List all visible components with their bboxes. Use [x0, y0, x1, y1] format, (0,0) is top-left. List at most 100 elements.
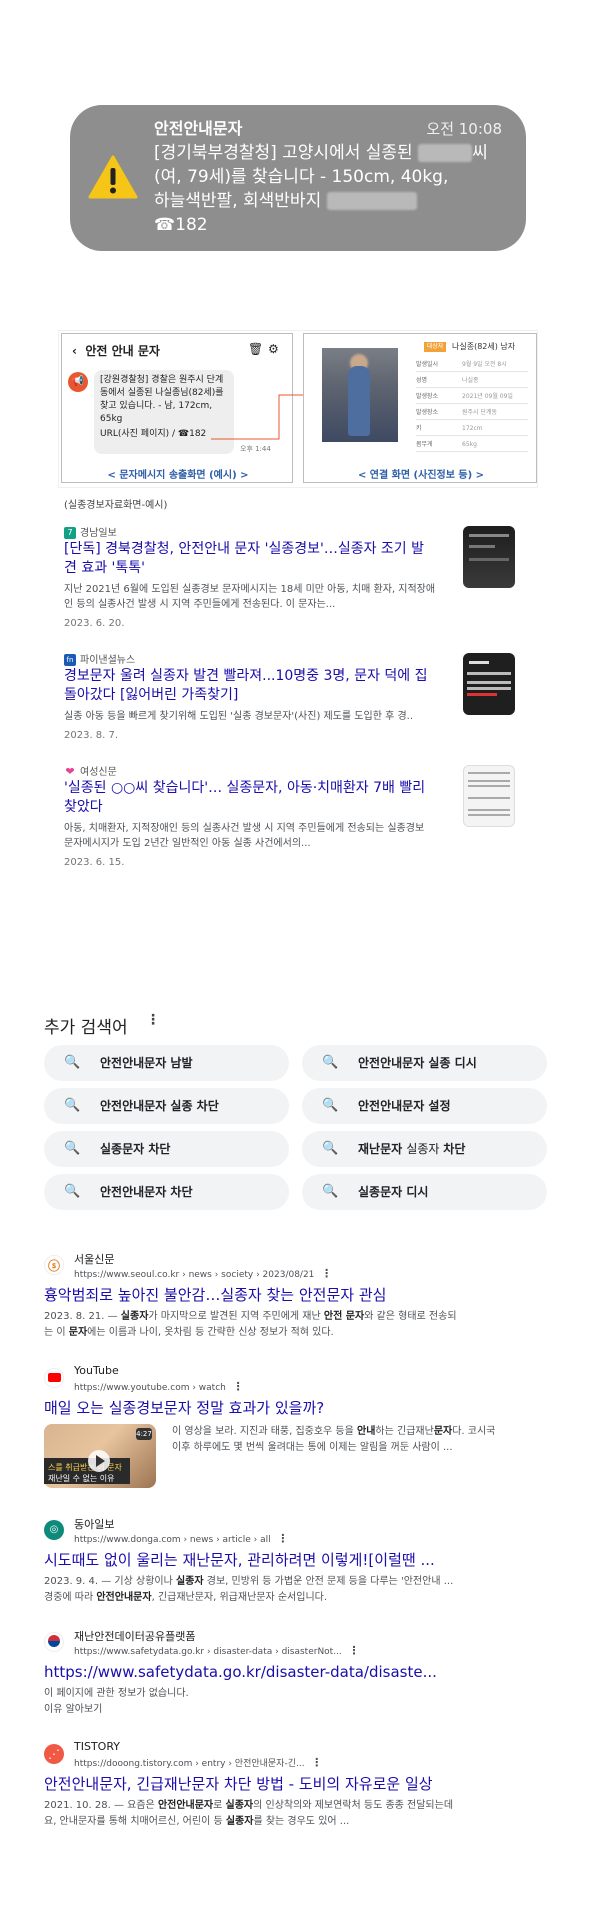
related-search-chip[interactable]: 🔍 안전안내문자 실종 디시 — [302, 1045, 547, 1081]
blurred-detail — [326, 192, 417, 210]
result-site-name: 동아일보 — [74, 1518, 115, 1531]
more-options-icon[interactable]: ⋮ — [317, 1267, 332, 1280]
thumbnail-text-2: 재난일 수 없는 이유 — [48, 1474, 115, 1483]
more-options-icon[interactable]: ⋮ — [229, 1380, 244, 1393]
news-date: 2023. 6. 20. — [64, 618, 125, 629]
news-thumbnail[interactable] — [463, 765, 515, 827]
info-row: 몸무게 65kg — [416, 438, 528, 452]
news-snippet: 아동, 치매환자, 지적장애인 등의 실종사건 발생 시 지역 주민들에게 전송… — [64, 823, 425, 849]
search-icon: 🔍 — [64, 1184, 81, 1199]
result-title[interactable]: https://www.safetydata.go.kr/disaster-da… — [44, 1662, 437, 1682]
info-tag: 대상자 — [424, 342, 446, 352]
result-snippet: 2021. 10. 28. — 요즘은 안전안내문자로 실종자의 인상착의와 제… — [44, 1800, 454, 1827]
news-date: 2023. 6. 15. — [64, 857, 125, 868]
korea-gov-icon — [44, 1632, 64, 1652]
video-duration: 4:27 — [136, 1428, 152, 1440]
notification-line-4: ☎182 — [154, 215, 208, 235]
more-options-icon[interactable]: ⋮ — [274, 1532, 288, 1545]
result-url[interactable]: https://www.donga.com › news › article ›… — [74, 1532, 288, 1545]
link-caption: < 연결 화면 (사진정보 등) > — [357, 470, 485, 481]
linked-page-screen: 대상자 나실종(82세) 남자 발생일시 9월 9일 오전 8시 성명 나실종 발생… — [303, 333, 537, 483]
more-options-icon[interactable]: ⋮ — [146, 1012, 160, 1028]
search-icon: 🔍 — [322, 1184, 339, 1199]
megaphone-icon: 📢 — [68, 372, 88, 392]
news-date: 2023. 8. 7. — [64, 730, 119, 741]
notification-time: 오전 10:08 — [426, 120, 502, 138]
alert-notification[interactable]: 안전안내문자 오전 10:08 [경기북부경찰청] 고양시에서 실종된 씨 (여… — [70, 105, 526, 251]
trash-icon: 🗑 — [248, 342, 264, 356]
search-icon: 🔍 — [322, 1098, 339, 1113]
result-site-name: 재난안전데이터공유플랫폼 — [74, 1630, 196, 1643]
info-row: 발생일시 9월 9일 오전 8시 — [416, 358, 528, 372]
search-icon: 🔍 — [322, 1141, 339, 1156]
notification-line-3: 하늘색반팔, 회색반바지 — [154, 191, 322, 211]
result-snippet: 이 페이지에 관한 정보가 없습니다. 이유 알아보기 — [44, 1688, 189, 1715]
result-url[interactable]: https://www.youtube.com › watch ⋮ — [74, 1380, 244, 1393]
related-search-chip[interactable]: 🔍 실종문자 디시 — [302, 1174, 547, 1210]
search-result: 재난안전데이터공유플랫폼 https://www.safetydata.go.k… — [44, 1628, 549, 1718]
info-name: 나실종(82세) 남자 — [452, 342, 516, 351]
search-icon: 🔍 — [322, 1055, 339, 1070]
phone-header: ‹ 안전 안내 문자 — [72, 344, 160, 358]
message-time: 오후 1:44 — [240, 445, 271, 453]
warning-icon — [88, 155, 138, 199]
result-title[interactable]: 시도때도 없이 울리는 재난문자, 관리하려면 이렇게![이럴땐 ... — [44, 1550, 435, 1570]
news-snippet: 지난 2021년 6월에 도입된 실종경보 문자메시지는 18세 미만 아동, … — [64, 584, 436, 610]
alert-example-image[interactable]: ‹ 안전 안내 문자 🗑 ⚙ 📢 [강원경찰청] 경찰은 원주시 단계동에서 실… — [58, 330, 538, 488]
related-search-chip[interactable]: 🔍 안전안내문자 남발 — [44, 1045, 289, 1081]
missing-person-photo — [322, 348, 398, 442]
video-thumbnail[interactable]: 스를 취급받는 이 문자 재난일 수 없는 이유 4:27 — [44, 1424, 156, 1488]
related-search-chip[interactable]: 🔍 안전안내문자 설정 — [302, 1088, 547, 1124]
search-result: ⋰ TISTORY https://dooong.tistory.com › e… — [44, 1740, 549, 1830]
news-title[interactable]: '실종된 ○○씨 찾습니다'… 실종문자, 아동·치매환자 7배 빨리 찾았다 — [64, 779, 454, 817]
result-snippet: 2023. 8. 21. — 실종자가 마지막으로 발견된 지역 주민에게 재난… — [44, 1311, 457, 1338]
notification-line-2: (여, 79세)를 찾습니다 - 150cm, 40kg, — [154, 167, 449, 187]
news-item[interactable]: ❤ 여성신문 '실종된 ○○씨 찾습니다'… 실종문자, 아동·치매환자 7배 빨… — [64, 763, 534, 868]
notification-sender: 안전안내문자 — [154, 119, 243, 138]
result-title[interactable]: 안전안내문자, 긴급재난문자 차단 방법 - 도비의 자유로운 일상 — [44, 1774, 433, 1794]
search-icon: 🔍 — [64, 1098, 81, 1113]
related-search-chip[interactable]: 🔍 안전안내문자 차단 — [44, 1174, 289, 1210]
tistory-icon: ⋰ — [44, 1744, 64, 1764]
result-snippet: 2023. 9. 4. — 기상 상황이나 실종자 경보, 민방위 등 가볍운 … — [44, 1576, 454, 1603]
related-search-chip[interactable]: 🔍 실종문자 차단 — [44, 1131, 289, 1167]
news-thumbnail[interactable] — [463, 526, 515, 588]
news-item[interactable]: 7 경남일보 [단독] 경북경찰청, 안전안내 문자 '실종경보'…실종자 조기 … — [64, 524, 534, 629]
related-search-chip[interactable]: 🔍 재난문자 실종자 차단 — [302, 1131, 547, 1167]
notification-body: [경기북부경찰청] 고양시에서 실종된 씨 (여, 79세)를 찾습니다 - 1… — [154, 141, 514, 237]
news-title[interactable]: [단독] 경북경찰청, 안전안내 문자 '실종경보'…실종자 조기 발견 효과 … — [64, 540, 454, 578]
search-result: ⓢ 서울신문 https://www.seoul.co.kr › news › … — [44, 1251, 549, 1341]
news-thumbnail[interactable] — [463, 653, 515, 715]
result-url[interactable]: https://dooong.tistory.com › entry › 안전안… — [74, 1756, 322, 1769]
more-options-icon[interactable]: ⋮ — [345, 1644, 360, 1657]
notification-line-1-tail: 씨 — [472, 143, 488, 163]
result-url[interactable]: https://www.seoul.co.kr › news › society… — [74, 1267, 332, 1280]
search-result: ◎ 동아일보 https://www.donga.com › news › ar… — [44, 1516, 549, 1606]
info-row: 성명 나실종 — [416, 374, 528, 388]
result-title[interactable]: 흉악범죄로 높아진 불안감…실종자 찾는 안전문자 관심 — [44, 1285, 386, 1305]
blurred-name — [418, 144, 473, 162]
more-options-icon[interactable]: ⋮ — [307, 1756, 322, 1769]
news-title[interactable]: 경보문자 울려 실종자 발견 빨라져...10명중 3명, 문자 덕에 집 돌아갔… — [64, 667, 454, 705]
result-site-name: 서울신문 — [74, 1253, 115, 1266]
news-source-icon: 7 — [64, 527, 76, 539]
info-row: 발생장소 원주시 단계동 — [416, 406, 528, 420]
result-snippet: 이 영상을 보라. 지진과 태풍, 집중호우 등을 안내하는 긴급재난문자다. … — [172, 1426, 496, 1453]
result-title[interactable]: 매일 오는 실종경보문자 정말 효과가 있을까? — [44, 1398, 324, 1418]
youtube-icon — [44, 1368, 64, 1388]
play-icon — [96, 1455, 105, 1467]
gear-icon: ⚙ — [268, 342, 279, 356]
search-icon: 🔍 — [64, 1055, 81, 1070]
news-item[interactable]: fn 파이낸셜뉴스 경보문자 울려 실종자 발견 빨라져...10명중 3명, 문… — [64, 651, 534, 747]
result-url[interactable]: https://www.safetydata.go.kr › disaster-… — [74, 1644, 360, 1657]
result-site-name: TISTORY — [74, 1740, 120, 1753]
related-searches-heading: 추가 검색어 — [44, 1018, 128, 1038]
seoul-shinmun-icon: ⓢ — [44, 1255, 64, 1275]
info-row: 발생장소 2021년 09월 09일 — [416, 390, 528, 404]
photo-body — [348, 366, 370, 436]
related-search-chip[interactable]: 🔍 안전안내문자 실종 차단 — [44, 1088, 289, 1124]
image-caption: (실종경보자료화면-예시) — [64, 500, 168, 511]
thumbnail-text-1: 스를 취급받는 이 문자 — [48, 1463, 122, 1472]
notification-line-1: [경기북부경찰청] 고양시에서 실종된 — [154, 143, 413, 163]
info-row: 키 172cm — [416, 422, 528, 436]
